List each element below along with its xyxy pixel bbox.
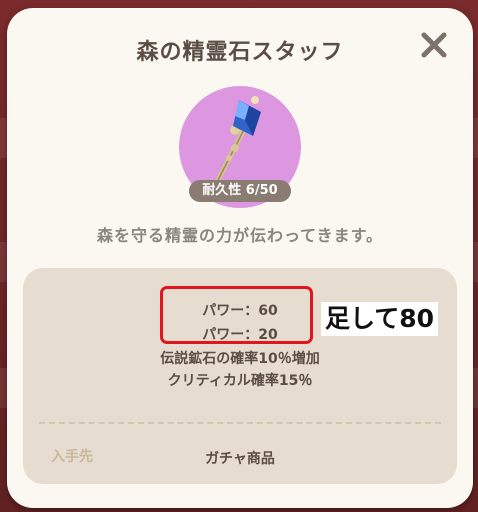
divider [39, 422, 441, 424]
close-button[interactable] [417, 28, 451, 62]
modal-title: 森の精霊石スタッフ [136, 40, 344, 65]
close-icon [421, 32, 447, 58]
durability-badge: 耐久性 6/50 [189, 180, 291, 202]
stat-effect-1: 伝説鉱石の確率10％増加 [160, 351, 320, 367]
stat-effect-2: クリティカル確率15％ [167, 373, 313, 389]
source-value: ガチャ商品 [205, 451, 275, 467]
item-description: 森を守る精霊の力が伝わってきます。 [96, 226, 384, 245]
annotation-text: 足して80 [321, 302, 439, 336]
item-detail-modal: 森の精霊石スタッフ 耐久性 6/50 森を守る精霊の力が伝わってきます。 パワー… [7, 8, 473, 508]
annotation-highlight-box [160, 286, 313, 344]
